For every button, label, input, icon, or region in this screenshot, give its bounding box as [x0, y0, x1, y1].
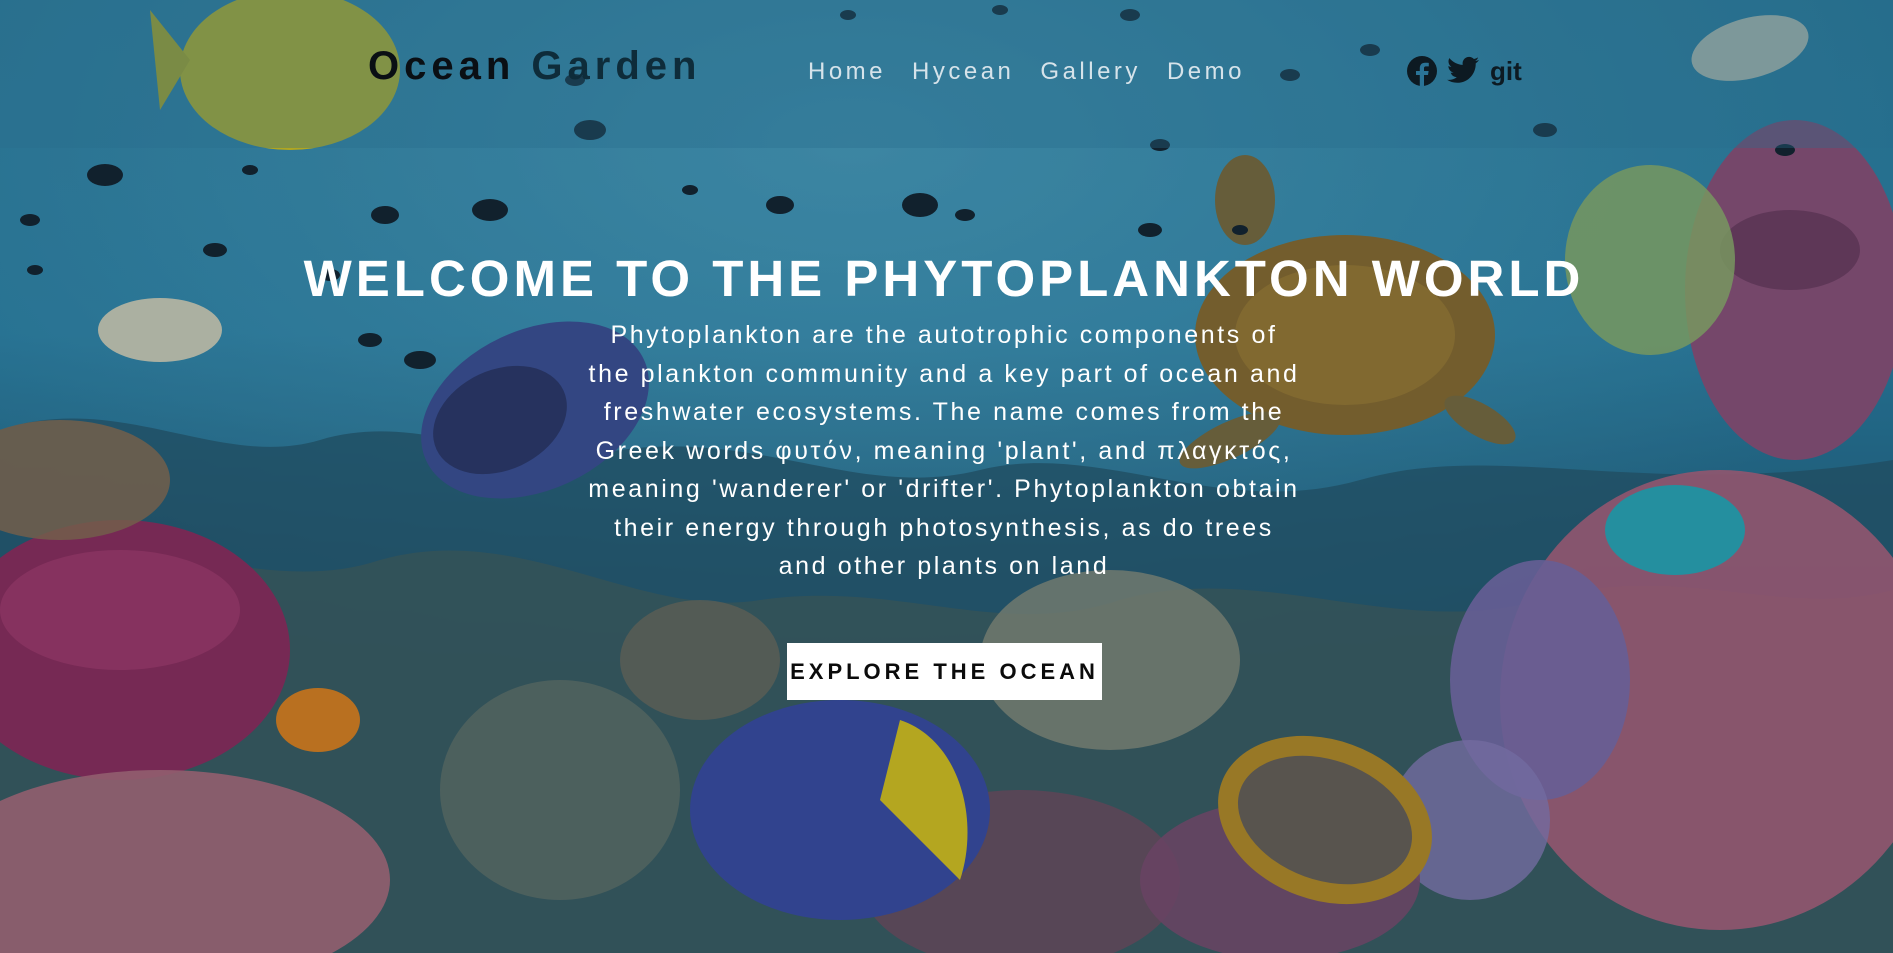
nav-link-demo[interactable]: Demo [1167, 58, 1245, 86]
social-links: git [1406, 55, 1522, 87]
facebook-icon[interactable] [1406, 55, 1438, 87]
navbar: Ocean Garden Home Hycean Gallery Demo gi… [0, 0, 1893, 148]
nav-link-hycean[interactable]: Hycean [912, 58, 1014, 86]
git-link[interactable]: git [1490, 56, 1522, 87]
hero-description: Phytoplankton are the autotrophic compon… [588, 321, 1300, 580]
brand-word-ocean: Ocean [368, 44, 516, 88]
page: Ocean Garden Home Hycean Gallery Demo gi… [0, 0, 1893, 953]
nav-link-gallery[interactable]: Gallery [1040, 58, 1141, 86]
hero-title: WELCOME TO THE PHYTOPLANKTON WORLD [303, 250, 1585, 307]
nav-link-home[interactable]: Home [808, 58, 886, 86]
main-nav: Home Hycean Gallery Demo [808, 58, 1271, 86]
brand-word-garden: Garden [531, 44, 702, 88]
twitter-icon[interactable] [1446, 56, 1480, 86]
site-logo[interactable]: Ocean Garden [368, 44, 701, 89]
explore-ocean-button[interactable]: EXPLORE THE OCEAN [787, 643, 1102, 700]
